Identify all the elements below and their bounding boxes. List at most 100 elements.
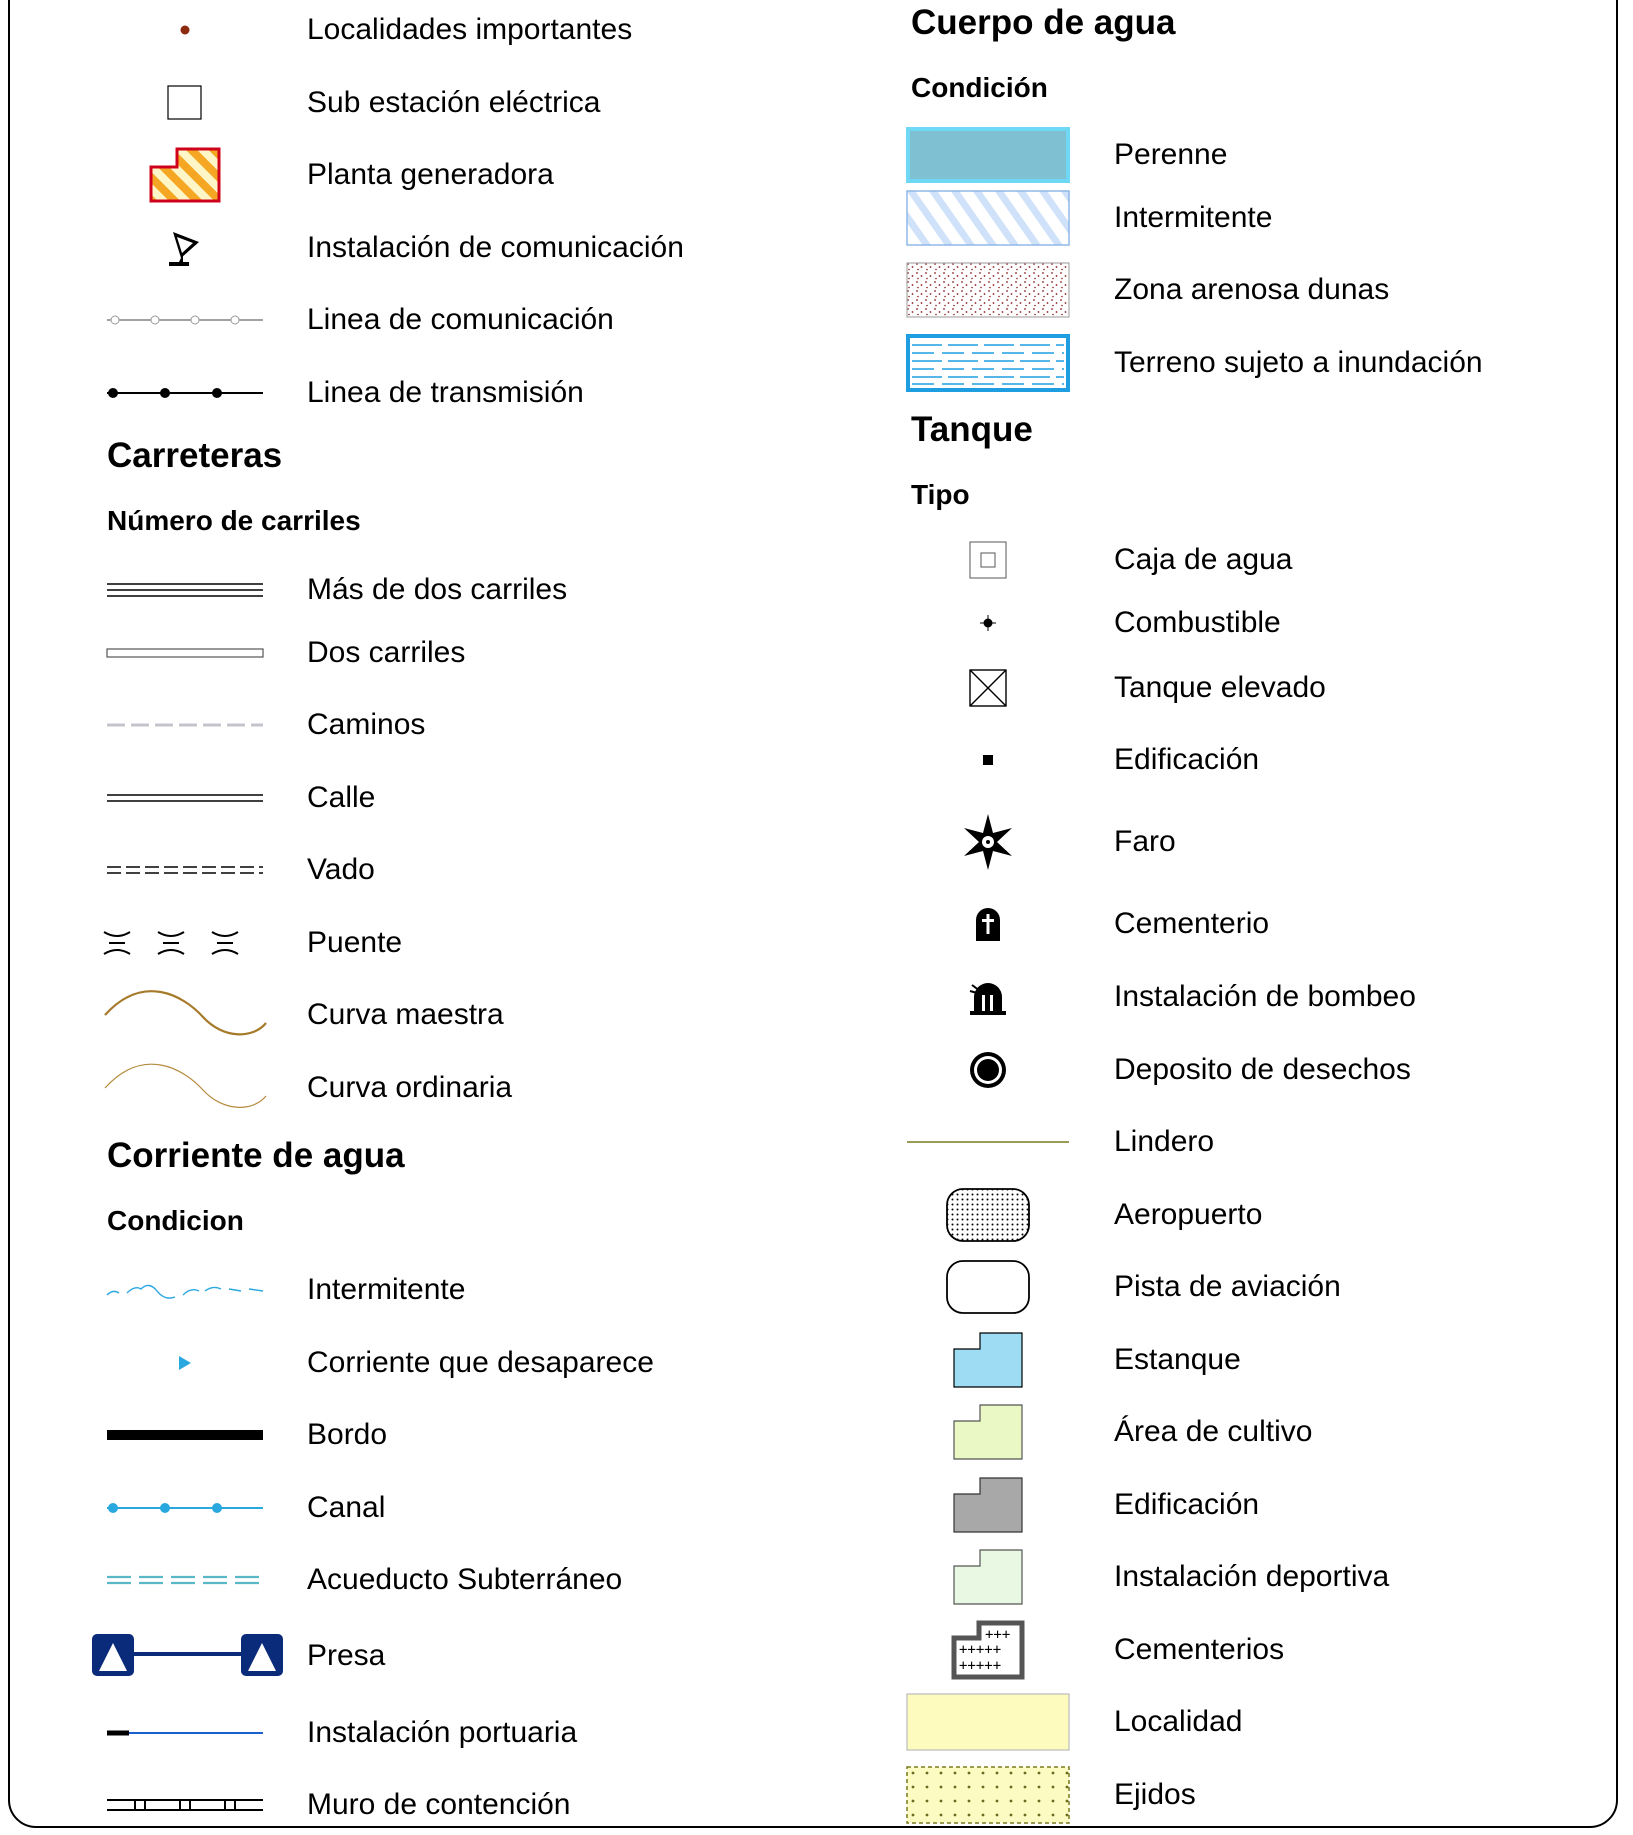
section-subtitle-condicion: Condicion — [107, 1205, 244, 1236]
legend-item: Calle — [0, 768, 800, 828]
legend-item: Aeropuerto — [905, 1185, 1625, 1245]
legend-item: Acueducto Subterráneo — [0, 1550, 800, 1610]
bridge-icon — [80, 913, 270, 973]
communication-line-icon — [90, 290, 280, 350]
transmission-line-icon — [90, 363, 280, 423]
legend-item: Canal — [0, 1478, 800, 1538]
multi-lane-road-icon — [90, 560, 280, 620]
legend-label: Bordo — [307, 1418, 388, 1451]
building-point-icon — [905, 730, 1070, 790]
section-title-tanque: Tanque — [911, 410, 1033, 449]
legend-item: Estanque — [905, 1330, 1625, 1390]
path-dashed-icon — [90, 695, 280, 755]
legend-item: Combustible — [905, 593, 1625, 653]
satellite-dish-icon — [90, 218, 280, 278]
waste-deposit-icon — [905, 1040, 1070, 1100]
section-subtitle-tipo: Tipo — [911, 479, 970, 510]
svg-text:+++++: +++++ — [959, 1658, 1001, 1674]
legend-label: Presa — [307, 1639, 386, 1672]
boundary-line-icon — [905, 1112, 1070, 1172]
intermittent-stream-icon — [90, 1260, 280, 1320]
legend-label: Linea de comunicación — [307, 303, 614, 336]
perennial-water-icon — [905, 125, 1070, 185]
legend-item: Instalación de comunicación — [0, 218, 800, 278]
localidad-dot-icon — [90, 0, 280, 60]
cemetery-point-icon — [905, 894, 1070, 954]
legend-item: Linea de comunicación — [0, 290, 800, 350]
section-title-corriente: Corriente de agua — [107, 1136, 405, 1175]
legend-label: Estanque — [1114, 1343, 1241, 1376]
legend-item: Pista de aviación — [905, 1257, 1625, 1317]
disappearing-stream-icon — [90, 1333, 280, 1393]
legend-label: Muro de contención — [307, 1788, 571, 1821]
legend-item: Deposito de desechos — [905, 1040, 1625, 1100]
legend-label: Más de dos carriles — [307, 573, 568, 606]
legend-label: Localidad — [1114, 1705, 1243, 1738]
ejido-area-icon — [905, 1765, 1070, 1825]
legend-item: Más de dos carriles — [0, 560, 800, 620]
airport-icon — [905, 1185, 1070, 1245]
legend-label: Zona arenosa dunas — [1114, 273, 1390, 306]
legend-item: Corriente que desaparece — [0, 1333, 800, 1393]
legend-label: Puente — [307, 926, 403, 959]
legend-item: Muro de contención — [0, 1775, 800, 1835]
legend-label: Terreno sujeto a inundación — [1114, 346, 1483, 379]
legend-label: Acueducto Subterráneo — [307, 1563, 623, 1596]
legend-item: Tanque elevado — [905, 658, 1625, 718]
pumping-station-icon — [905, 967, 1070, 1027]
legend-item: Faro — [905, 812, 1625, 872]
svg-text:+++: +++ — [985, 1627, 1010, 1643]
legend-item: Lindero — [905, 1112, 1625, 1172]
legend-label: Deposito de desechos — [1114, 1053, 1411, 1086]
legend-item: Dos carriles — [0, 623, 800, 683]
ford-line-icon — [90, 840, 280, 900]
building-area-icon — [905, 1475, 1070, 1535]
legend-item: Curva maestra — [0, 985, 800, 1045]
lighthouse-icon — [905, 812, 1070, 872]
water-box-icon — [905, 530, 1070, 590]
legend-item: Ejidos — [905, 1765, 1625, 1825]
legend-item: Perenne — [905, 125, 1625, 185]
legend-label: Instalación de bombeo — [1114, 980, 1416, 1013]
legend-label: Tanque elevado — [1114, 671, 1326, 704]
sand-dunes-icon — [905, 260, 1070, 320]
legend-label: Aeropuerto — [1114, 1198, 1263, 1231]
legend-label: Cementerio — [1114, 907, 1270, 940]
legend-label: Pista de aviación — [1114, 1270, 1341, 1303]
legend-item: Sub estación eléctrica — [0, 73, 800, 133]
legend-label: Sub estación eléctrica — [307, 86, 601, 119]
intermittent-water-icon — [905, 188, 1070, 248]
pond-area-icon — [905, 1330, 1070, 1390]
section-subtitle-condicion: Condición — [911, 72, 1048, 103]
sports-facility-icon — [905, 1547, 1070, 1607]
section-subtitle-carriles: Número de carriles — [107, 505, 361, 536]
legend-label: Edificación — [1114, 1488, 1260, 1521]
legend-label: Instalación portuaria — [307, 1716, 578, 1749]
power-plant-icon — [90, 145, 280, 205]
legend-label: Intermitente — [1114, 201, 1273, 234]
legend-item: +++ +++++ +++++ Cementerios — [905, 1620, 1625, 1680]
crop-area-icon — [905, 1402, 1070, 1462]
locality-area-icon — [905, 1692, 1070, 1752]
dam-icon — [90, 1626, 285, 1686]
legend-item: Vado — [0, 840, 800, 900]
underground-aqueduct-icon — [90, 1550, 280, 1610]
legend-item: Terreno sujeto a inundación — [905, 333, 1625, 393]
legend-label: Perenne — [1114, 138, 1228, 171]
legend-label: Calle — [307, 781, 376, 814]
legend-item: Localidades importantes — [0, 0, 800, 60]
legend-label: Ejidos — [1114, 1778, 1196, 1811]
legend-label: Caja de agua — [1114, 543, 1293, 576]
legend-item: Bordo — [0, 1405, 800, 1465]
legend-label: Planta generadora — [307, 158, 554, 191]
legend-item: Instalación deportiva — [905, 1547, 1625, 1607]
svg-text:+++++: +++++ — [959, 1642, 1001, 1658]
legend-label: Curva maestra — [307, 998, 504, 1031]
street-line-icon — [90, 768, 280, 828]
ordinary-contour-icon — [90, 1058, 280, 1118]
legend-item: Caja de agua — [905, 530, 1625, 590]
legend-label: Canal — [307, 1491, 386, 1524]
legend-item: Localidad — [905, 1692, 1625, 1752]
legend-item: Área de cultivo — [905, 1402, 1625, 1462]
legend-label: Edificación — [1114, 743, 1260, 776]
